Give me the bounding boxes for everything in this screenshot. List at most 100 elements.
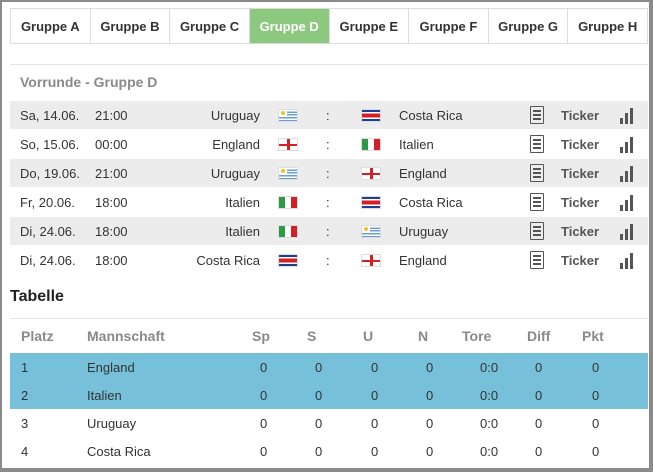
ticker-link[interactable]: Ticker	[561, 224, 599, 239]
report-icon[interactable]	[530, 164, 544, 182]
away-flag-icon	[361, 137, 381, 151]
away-flag-icon	[361, 253, 381, 267]
cell-n: 0	[426, 359, 434, 375]
cell-s: 0	[315, 415, 323, 431]
cell-s: 0	[315, 443, 323, 459]
score-separator: :	[326, 107, 330, 123]
stats-icon[interactable]	[620, 106, 633, 124]
home-team: Uruguay	[210, 165, 260, 181]
match-row[interactable]: Sa, 14.06. 21:00 Uruguay: Costa Rica Ticker	[10, 100, 648, 129]
match-time: 18:00	[95, 223, 128, 239]
match-date: Do, 19.06.	[20, 165, 80, 181]
away-flag-icon	[361, 224, 381, 238]
home-team: Costa Rica	[196, 252, 260, 268]
home-team: Italien	[225, 194, 260, 210]
home-team: England	[212, 136, 260, 152]
cell-tore: 0:0	[480, 443, 499, 459]
table-row: 2 Italien 0 0 0 0 0:0 0 0	[10, 381, 648, 409]
cell-s: 0	[315, 387, 323, 403]
tab-gruppe-c[interactable]: Gruppe C	[170, 9, 250, 43]
ticker-link[interactable]: Ticker	[561, 253, 599, 268]
away-team: Costa Rica	[399, 107, 463, 123]
away-flag-icon	[361, 166, 381, 180]
cell-diff: 0	[535, 359, 543, 375]
cell-n: 0	[426, 415, 434, 431]
tab-gruppe-d[interactable]: Gruppe D	[249, 9, 330, 43]
away-flag-icon	[361, 108, 381, 122]
ticker-link[interactable]: Ticker	[561, 108, 599, 123]
report-icon[interactable]	[530, 135, 544, 153]
match-time: 18:00	[95, 194, 128, 210]
cell-platz: 2	[21, 387, 29, 403]
match-date: Di, 24.06.	[20, 252, 76, 268]
header-mannschaft: Mannschaft	[87, 327, 165, 344]
score-separator: :	[326, 252, 330, 268]
match-time: 21:00	[95, 165, 128, 181]
cell-tore: 0:0	[480, 415, 499, 431]
match-row[interactable]: Fr, 20.06. 18:00 Italien: Costa Rica Ticker	[10, 187, 648, 216]
cell-u: 0	[371, 415, 379, 431]
tab-gruppe-h[interactable]: Gruppe H	[568, 9, 647, 43]
match-row[interactable]: Di, 24.06. 18:00 Italien: Uruguay Ticker	[10, 216, 648, 245]
cell-u: 0	[371, 387, 379, 403]
cell-platz: 3	[21, 415, 29, 431]
home-flag-icon	[278, 195, 298, 209]
match-row[interactable]: Di, 24.06. 18:00 Costa Rica: England Ticker	[10, 245, 648, 274]
ticker-link[interactable]: Ticker	[561, 137, 599, 152]
match-row[interactable]: So, 15.06. 00:00 England: Italien Ticker	[10, 129, 648, 158]
cell-team: Uruguay	[87, 415, 137, 431]
header-n: N	[418, 327, 429, 344]
cell-n: 0	[426, 443, 434, 459]
stats-icon[interactable]	[620, 135, 633, 153]
header-u: U	[363, 327, 374, 344]
header-tore: Tore	[462, 327, 492, 344]
stats-icon[interactable]	[620, 222, 633, 240]
score-separator: :	[326, 194, 330, 210]
tab-gruppe-a[interactable]: Gruppe A	[11, 9, 91, 43]
cell-u: 0	[371, 443, 379, 459]
stats-icon[interactable]	[620, 193, 633, 211]
header-platz: Platz	[21, 327, 54, 344]
match-date: Fr, 20.06.	[20, 194, 75, 210]
score-separator: :	[326, 165, 330, 181]
cell-tore: 0:0	[480, 387, 499, 403]
report-icon[interactable]	[530, 193, 544, 211]
tab-gruppe-g[interactable]: Gruppe G	[488, 9, 569, 43]
tab-gruppe-f[interactable]: Gruppe F	[409, 9, 489, 43]
home-flag-icon	[278, 108, 298, 122]
stats-icon[interactable]	[620, 251, 633, 269]
cell-pkt: 0	[592, 415, 600, 431]
cell-team: England	[87, 359, 135, 375]
cell-sp: 0	[260, 415, 268, 431]
table-row: 1 England 0 0 0 0 0:0 0 0	[10, 353, 648, 381]
cell-tore: 0:0	[480, 359, 499, 375]
cell-diff: 0	[535, 387, 543, 403]
standings-header: Platz Mannschaft Sp S U N Tore Diff Pkt	[10, 318, 648, 352]
report-icon[interactable]	[530, 106, 544, 124]
section-title: Vorrunde - Gruppe D	[10, 64, 648, 98]
away-team: England	[399, 252, 447, 268]
cell-diff: 0	[535, 415, 543, 431]
cell-team: Costa Rica	[87, 443, 151, 459]
cell-diff: 0	[535, 443, 543, 459]
stats-icon[interactable]	[620, 164, 633, 182]
home-flag-icon	[278, 253, 298, 267]
score-separator: :	[326, 136, 330, 152]
cell-platz: 1	[21, 359, 29, 375]
tab-gruppe-b[interactable]: Gruppe B	[90, 9, 171, 43]
match-row[interactable]: Do, 19.06. 21:00 Uruguay: England Ticker	[10, 158, 648, 187]
report-icon[interactable]	[530, 251, 544, 269]
report-icon[interactable]	[530, 222, 544, 240]
cell-pkt: 0	[592, 443, 600, 459]
away-team: Italien	[399, 136, 434, 152]
match-date: Sa, 14.06.	[20, 107, 80, 123]
tab-gruppe-e[interactable]: Gruppe E	[329, 9, 410, 43]
ticker-link[interactable]: Ticker	[561, 195, 599, 210]
cell-team: Italien	[87, 387, 122, 403]
cell-n: 0	[426, 387, 434, 403]
ticker-link[interactable]: Ticker	[561, 166, 599, 181]
table-row: 4 Costa Rica 0 0 0 0 0:0 0 0	[10, 437, 648, 465]
score-separator: :	[326, 223, 330, 239]
cell-u: 0	[371, 359, 379, 375]
cell-sp: 0	[260, 359, 268, 375]
